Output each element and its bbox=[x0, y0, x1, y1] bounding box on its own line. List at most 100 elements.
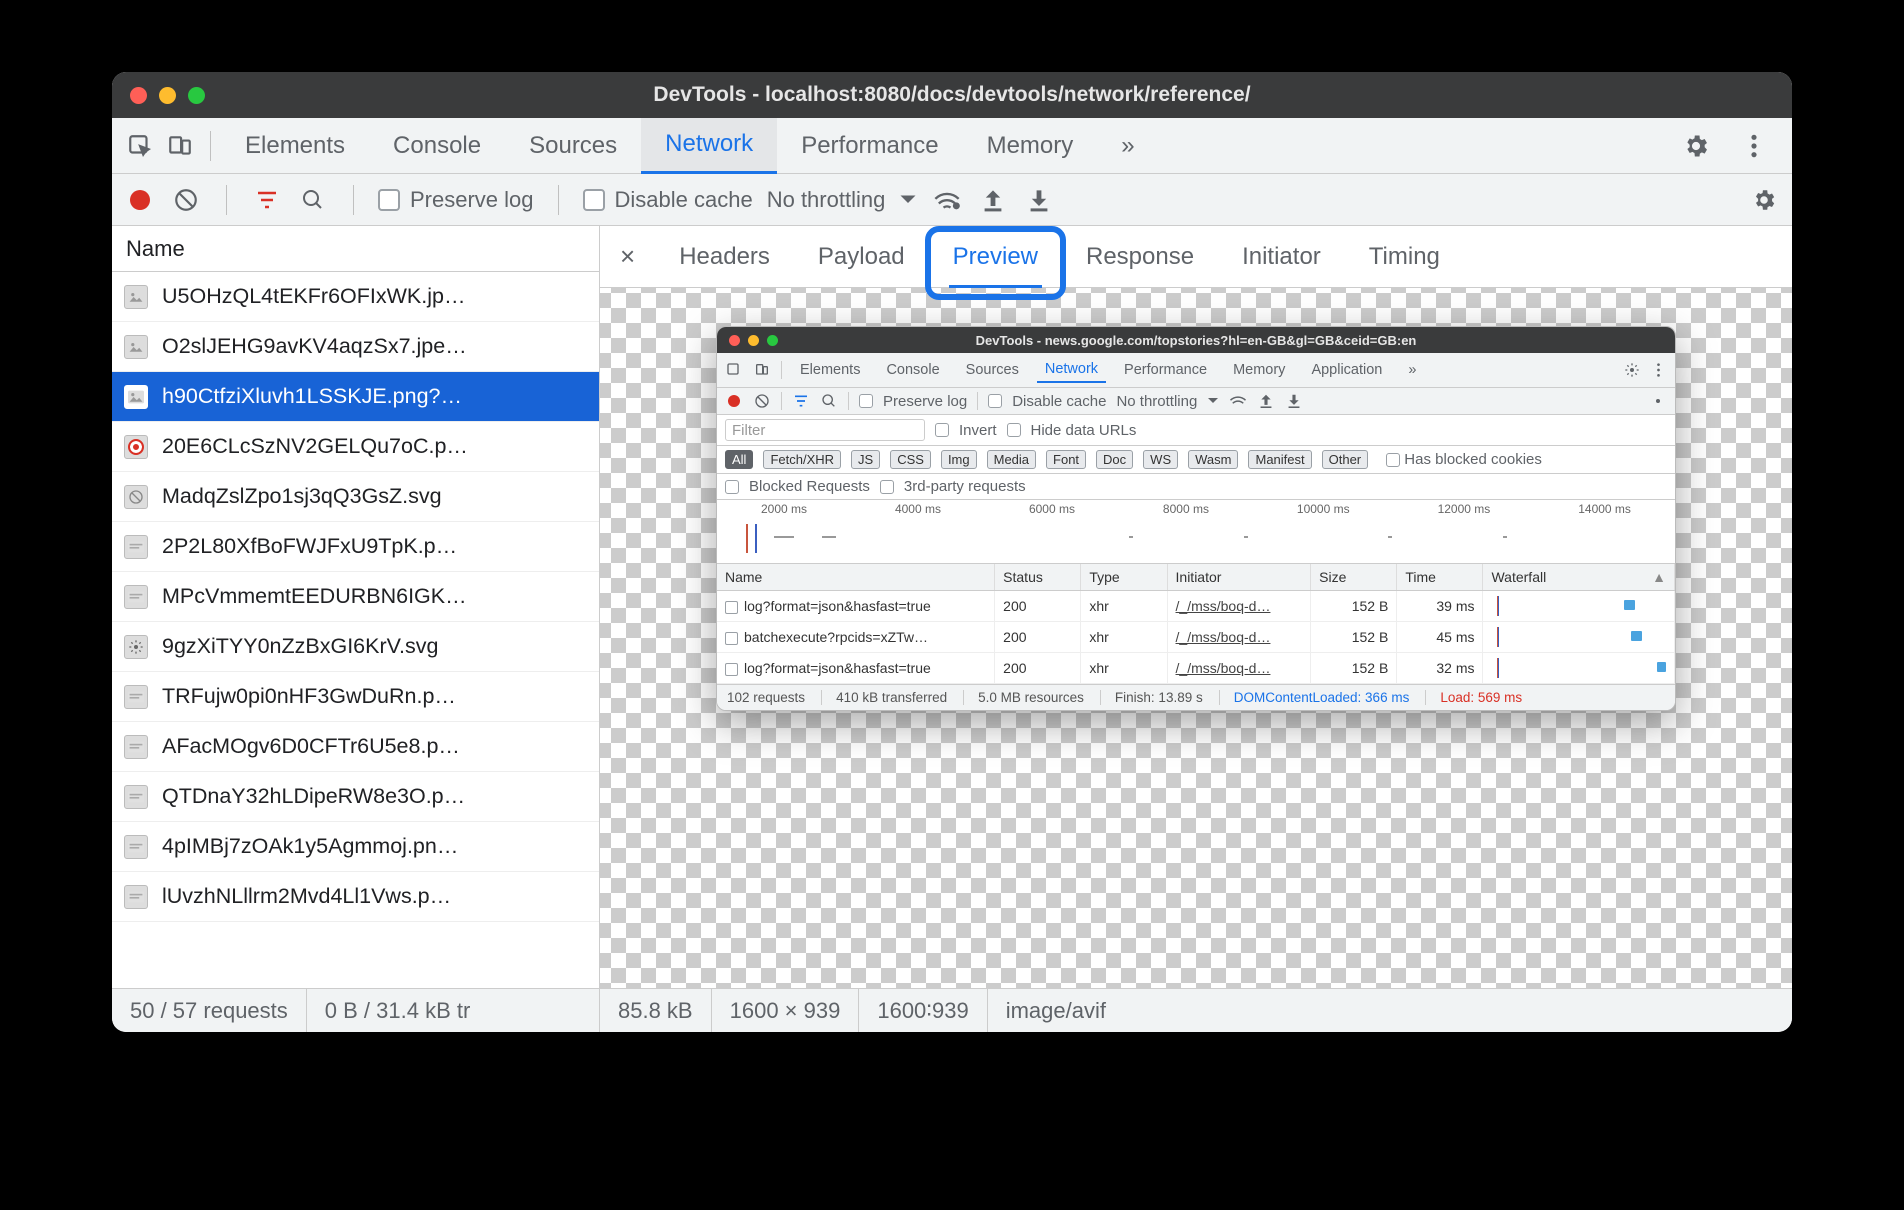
request-row[interactable]: O2slJEHG9avKV4aqzSx7.jpe… bbox=[112, 322, 599, 372]
inner-kebab-icon bbox=[1649, 361, 1667, 379]
inner-blocked-requests-checkbox bbox=[725, 480, 739, 494]
inner-throttling-label: No throttling bbox=[1116, 393, 1197, 410]
request-row[interactable]: QTDnaY32hLDipeRW8e3O.p… bbox=[112, 772, 599, 822]
settings-gear-icon[interactable] bbox=[1676, 126, 1716, 166]
inner-device-icon bbox=[753, 361, 771, 379]
inner-wifi-icon bbox=[1229, 392, 1247, 410]
detail-tab-initiator[interactable]: Initiator bbox=[1230, 226, 1333, 288]
status-bar: 50 / 57 requests 0 B / 31.4 kB tr 85.8 k… bbox=[112, 988, 1792, 1032]
preserve-log-checkbox[interactable]: Preserve log bbox=[378, 187, 534, 213]
inner-type-fetch/xhr: Fetch/XHR bbox=[763, 450, 841, 469]
tab-elements[interactable]: Elements bbox=[221, 118, 369, 174]
sidebar-header[interactable]: Name bbox=[112, 226, 599, 272]
status-mime: image/avif bbox=[988, 989, 1124, 1032]
inner-table-row: batchexecute?rpcids=xZTw…200xhr/_/mss/bo… bbox=[717, 622, 1675, 653]
network-toolbar: Preserve log Disable cache No throttling bbox=[112, 174, 1792, 226]
search-icon[interactable] bbox=[297, 184, 329, 216]
request-row[interactable]: TRFujw0pi0nHF3GwDuRn.p… bbox=[112, 672, 599, 722]
inner-window-title: DevTools - news.google.com/topstories?hl… bbox=[717, 333, 1675, 348]
inner-has-blocked-cookies: Has blocked cookies bbox=[1386, 451, 1542, 468]
tab-memory[interactable]: Memory bbox=[963, 118, 1098, 174]
detail-tab-payload[interactable]: Payload bbox=[806, 226, 917, 288]
inner-filter-input: Filter bbox=[725, 419, 925, 441]
throttling-select[interactable]: No throttling bbox=[767, 187, 918, 213]
request-name: U5OHzQL4tEKFr6OFIxWK.jp… bbox=[162, 284, 465, 309]
request-row[interactable]: 20E6CLcSzNV2GELQu7oC.p… bbox=[112, 422, 599, 472]
network-settings-gear-icon[interactable] bbox=[1748, 184, 1780, 216]
inner-filter-icon bbox=[792, 392, 810, 410]
upload-icon[interactable] bbox=[977, 184, 1009, 216]
file-type-icon bbox=[124, 835, 148, 859]
file-type-icon bbox=[124, 785, 148, 809]
close-window-button[interactable] bbox=[130, 87, 147, 104]
detail-tab-preview[interactable]: Preview bbox=[941, 226, 1050, 288]
request-name: MadqZslZpo1sj3qQ3GsZ.svg bbox=[162, 484, 442, 509]
preview-inner-devtools: DevTools - news.google.com/topstories?hl… bbox=[716, 326, 1676, 711]
tab-console[interactable]: Console bbox=[369, 118, 505, 174]
inner-sum-dcl: DOMContentLoaded: 366 ms bbox=[1219, 690, 1410, 705]
inner-tab-more: » bbox=[1400, 358, 1424, 382]
tab-network[interactable]: Network bbox=[641, 118, 777, 174]
inner-3rdparty-checkbox bbox=[880, 480, 894, 494]
inner-blocked-requests-label: Blocked Requests bbox=[749, 478, 870, 495]
detail-tab-response[interactable]: Response bbox=[1074, 226, 1206, 288]
inner-type-wasm: Wasm bbox=[1188, 450, 1238, 469]
inner-search-icon bbox=[820, 392, 838, 410]
clear-icon[interactable] bbox=[170, 184, 202, 216]
minimize-window-button[interactable] bbox=[159, 87, 176, 104]
tab-sources[interactable]: Sources bbox=[505, 118, 641, 174]
detail-tab-headers[interactable]: Headers bbox=[667, 226, 782, 288]
close-icon[interactable]: × bbox=[612, 241, 643, 272]
request-row[interactable]: lUvzhNLllrm2Mvd4Ll1Vws.p… bbox=[112, 872, 599, 922]
inner-invert-checkbox bbox=[935, 423, 949, 437]
inner-inspect-icon bbox=[725, 361, 743, 379]
request-row[interactable]: AFacMOgv6D0CFTr6U5e8.p… bbox=[112, 722, 599, 772]
request-name: 20E6CLcSzNV2GELQu7oC.p… bbox=[162, 434, 468, 459]
detail-tab-timing[interactable]: Timing bbox=[1357, 226, 1452, 288]
download-icon[interactable] bbox=[1023, 184, 1055, 216]
request-row[interactable]: 9gzXiTYY0nZzBxGI6KrV.svg bbox=[112, 622, 599, 672]
kebab-menu-icon[interactable] bbox=[1734, 126, 1774, 166]
network-conditions-icon[interactable] bbox=[931, 184, 963, 216]
request-row[interactable]: U5OHzQL4tEKFr6OFIxWK.jp… bbox=[112, 272, 599, 322]
request-row[interactable]: MPcVmmemtEEDURBN6IGK… bbox=[112, 572, 599, 622]
device-toggle-icon[interactable] bbox=[160, 126, 200, 166]
requests-list: U5OHzQL4tEKFr6OFIxWK.jp… O2slJEHG9avKV4aq… bbox=[112, 272, 599, 988]
file-type-icon bbox=[124, 535, 148, 559]
disable-cache-label: Disable cache bbox=[615, 187, 753, 213]
inner-download-icon bbox=[1285, 392, 1303, 410]
maximize-window-button[interactable] bbox=[188, 87, 205, 104]
chevron-down-icon bbox=[899, 194, 917, 206]
separator bbox=[353, 185, 354, 215]
inner-table-row: log?format=json&hasfast=true200xhr/_/mss… bbox=[717, 591, 1675, 622]
request-row[interactable]: MadqZslZpo1sj3qQ3GsZ.svg bbox=[112, 472, 599, 522]
file-type-icon bbox=[124, 585, 148, 609]
disable-cache-checkbox[interactable]: Disable cache bbox=[583, 187, 753, 213]
preview-area: DevTools - news.google.com/topstories?hl… bbox=[600, 288, 1792, 988]
request-name: TRFujw0pi0nHF3GwDuRn.p… bbox=[162, 684, 456, 709]
request-row[interactable]: h90CtfziXluvh1LSSKJE.png?… bbox=[112, 372, 599, 422]
inner-type-js: JS bbox=[851, 450, 880, 469]
inspect-element-icon[interactable] bbox=[120, 126, 160, 166]
inner-type-font: Font bbox=[1046, 450, 1086, 469]
request-row[interactable]: 4pIMBj7zOAk1y5Agmmoj.pn… bbox=[112, 822, 599, 872]
inner-timeline: 2000 ms4000 ms6000 ms8000 ms10000 ms1200… bbox=[717, 500, 1675, 564]
inner-invert-label: Invert bbox=[959, 422, 997, 439]
inner-panels-tabstrip: Elements Console Sources Network Perform… bbox=[717, 353, 1675, 388]
inner-type-other: Other bbox=[1322, 450, 1369, 469]
inner-sum-load: Load: 569 ms bbox=[1425, 690, 1522, 705]
request-name: AFacMOgv6D0CFTr6U5e8.p… bbox=[162, 734, 460, 759]
inner-type-media: Media bbox=[987, 450, 1036, 469]
inner-filter-row-3: Blocked Requests 3rd-party requests bbox=[717, 474, 1675, 500]
tab-performance[interactable]: Performance bbox=[777, 118, 962, 174]
filter-icon[interactable] bbox=[251, 184, 283, 216]
inner-type-doc: Doc bbox=[1096, 450, 1133, 469]
request-row[interactable]: 2P2L80XfBoFWJFxU9TpK.p… bbox=[112, 522, 599, 572]
detail-tabs: × Headers Payload Preview Response Initi… bbox=[600, 226, 1792, 288]
inner-tab-sources: Sources bbox=[958, 358, 1027, 382]
request-name: 4pIMBj7zOAk1y5Agmmoj.pn… bbox=[162, 834, 458, 859]
throttling-label: No throttling bbox=[767, 187, 886, 213]
file-type-icon bbox=[124, 885, 148, 909]
tab-more[interactable]: » bbox=[1097, 118, 1158, 174]
record-button[interactable] bbox=[124, 184, 156, 216]
